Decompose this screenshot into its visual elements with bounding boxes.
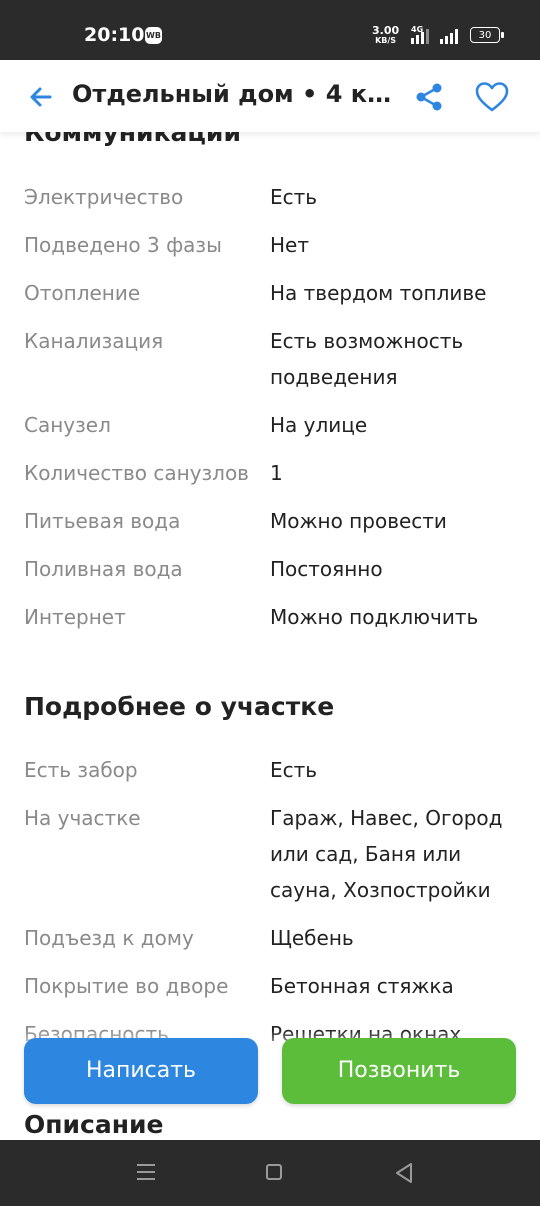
signal-icon-2	[440, 28, 458, 44]
system-nav-bar	[0, 1140, 540, 1206]
nav-home-button[interactable]	[266, 1164, 282, 1180]
detail-value: Есть	[270, 185, 318, 209]
app-bar: Отдельный дом • 4 комнаты	[0, 60, 540, 132]
nav-recents-button[interactable]	[136, 1163, 156, 1181]
detail-label: Подъезд к дому	[24, 926, 194, 950]
detail-label: Покрытие во дворе	[24, 974, 229, 998]
detail-label: Поливная вода	[24, 557, 183, 581]
detail-label: Подведено 3 фазы	[24, 233, 222, 257]
detail-value: Бетонная стяжка	[270, 974, 454, 998]
heart-outline-icon	[475, 82, 509, 112]
detail-value: Гараж, Навес, Огород или сад, Баня или с…	[270, 806, 503, 902]
detail-label: Интернет	[24, 605, 126, 629]
write-message-button[interactable]: Написать	[24, 1038, 258, 1104]
detail-value: Можно провести	[270, 509, 447, 533]
detail-label: Есть забор	[24, 758, 138, 782]
detail-label: Отопление	[24, 281, 141, 305]
detail-value: На твердом топливе	[270, 281, 487, 305]
section-title-description: Описание	[24, 1110, 164, 1139]
detail-value: Постоянно	[270, 557, 383, 581]
favorite-button[interactable]	[474, 80, 510, 114]
call-button[interactable]: Позвонить	[282, 1038, 516, 1104]
detail-label: На участке	[24, 806, 141, 830]
back-triangle-icon	[396, 1163, 412, 1183]
detail-label: Электричество	[24, 185, 184, 209]
detail-value: Нет	[270, 233, 309, 257]
share-icon	[416, 83, 442, 111]
detail-value: Есть	[270, 758, 318, 782]
battery-icon: 30	[470, 27, 500, 43]
network-speed-unit: KB/S	[375, 36, 397, 45]
detail-label: Количество санузлов	[24, 461, 249, 485]
detail-value: Есть возможность подведения	[270, 329, 464, 389]
detail-label: Канализация	[24, 329, 164, 353]
section-title-plot-details: Подробнее о участке	[24, 692, 335, 721]
status-bar: 20:10 WB 3.00 KB/S 4G 30	[0, 0, 540, 60]
detail-label: Питьевая вода	[24, 509, 181, 533]
detail-value: 1	[270, 461, 283, 485]
arrow-left-icon	[30, 87, 52, 107]
app-notification-badge: WB	[145, 27, 162, 44]
menu-icon	[137, 1164, 155, 1180]
share-button[interactable]	[412, 80, 446, 114]
back-button[interactable]	[26, 82, 56, 112]
network-speed-value: 3.00	[372, 24, 400, 37]
signal-icon	[411, 28, 429, 44]
detail-value: Можно подключить	[270, 605, 479, 629]
detail-label: Санузел	[24, 413, 111, 437]
detail-value: Щебень	[270, 926, 354, 950]
page-title: Отдельный дом • 4 комнаты	[72, 80, 402, 108]
battery-tip	[501, 32, 504, 38]
status-time: 20:10	[84, 24, 145, 46]
nav-back-button[interactable]	[394, 1162, 414, 1184]
detail-value: На улице	[270, 413, 368, 437]
battery-level: 30	[478, 30, 492, 41]
network-speed: 3.00 KB/S	[372, 24, 400, 46]
